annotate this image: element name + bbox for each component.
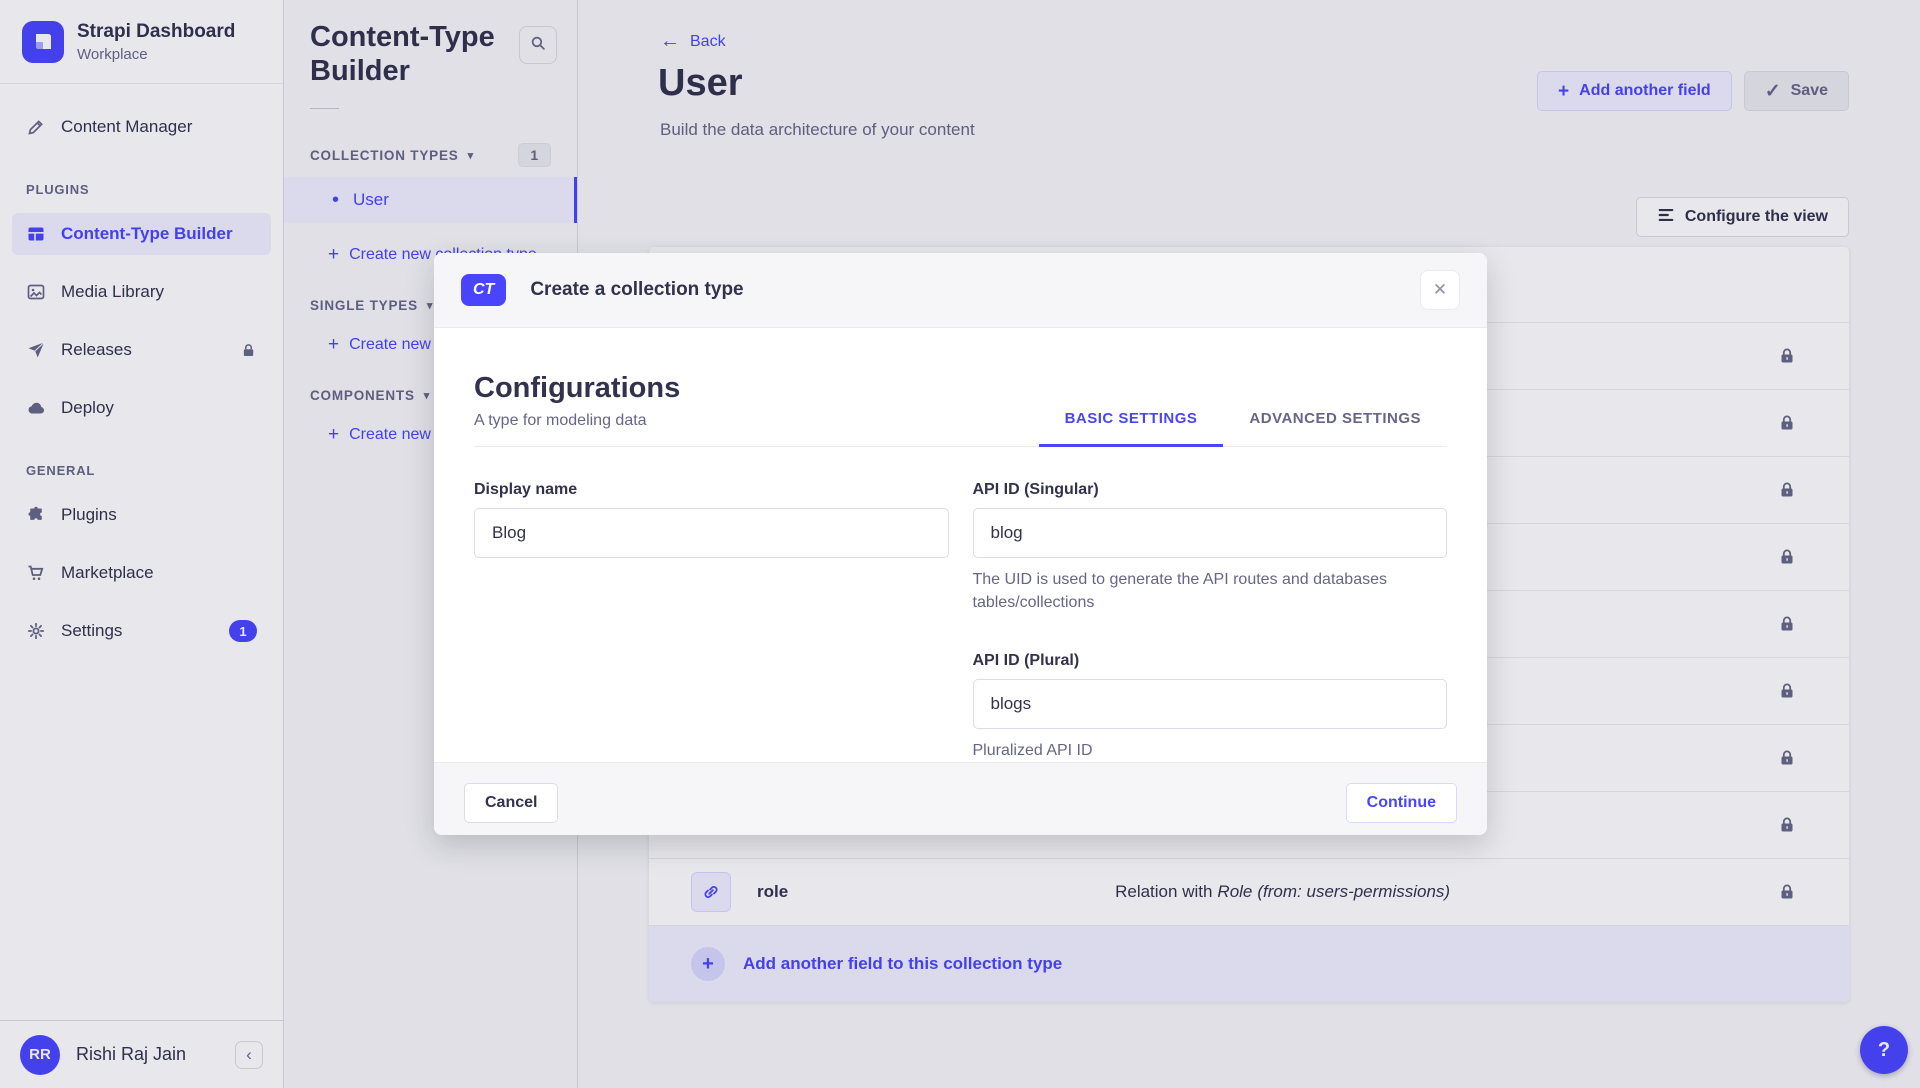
configurations-heading: Configurations [474,372,680,405]
ct-badge: CT [461,274,506,306]
api-id-singular-label: API ID (Singular) [973,481,1448,499]
api-id-plural-input[interactable] [973,679,1448,729]
display-name-group: Display name [474,481,949,762]
api-id-singular-helper: The UID is used to generate the API rout… [973,568,1448,614]
settings-tabs: BASIC SETTINGS ADVANCED SETTINGS [1039,410,1447,446]
api-id-plural-helper: Pluralized API ID [973,739,1448,762]
app-window: Strapi Dashboard Workplace Content Manag… [0,0,1920,1088]
continue-button[interactable]: Continue [1346,783,1457,823]
modal-body: Configurations A type for modeling data … [434,328,1487,762]
cancel-button[interactable]: Cancel [464,783,558,823]
api-id-singular-input[interactable] [973,508,1448,558]
configurations-subheading: A type for modeling data [474,412,680,430]
button-label: Cancel [485,794,537,812]
close-button[interactable]: ✕ [1420,270,1460,310]
close-icon: ✕ [1433,280,1447,300]
configurations-header: Configurations A type for modeling data … [474,372,1447,447]
api-id-plural-label: API ID (Plural) [973,652,1448,670]
button-label: Continue [1367,794,1436,812]
configurations-heading-block: Configurations A type for modeling data [474,372,680,446]
create-collection-type-modal: CT Create a collection type ✕ Configurat… [434,253,1487,835]
tab-advanced-settings[interactable]: ADVANCED SETTINGS [1223,410,1447,447]
api-id-group: API ID (Singular) The UID is used to gen… [973,481,1448,762]
modal-header: CT Create a collection type ✕ [434,253,1487,328]
tab-basic-settings[interactable]: BASIC SETTINGS [1039,410,1224,447]
modal-title: Create a collection type [530,279,743,301]
collection-type-form: Display name API ID (Singular) The UID i… [474,481,1447,762]
display-name-label: Display name [474,481,949,499]
display-name-input[interactable] [474,508,949,558]
modal-footer: Cancel Continue [434,762,1487,835]
